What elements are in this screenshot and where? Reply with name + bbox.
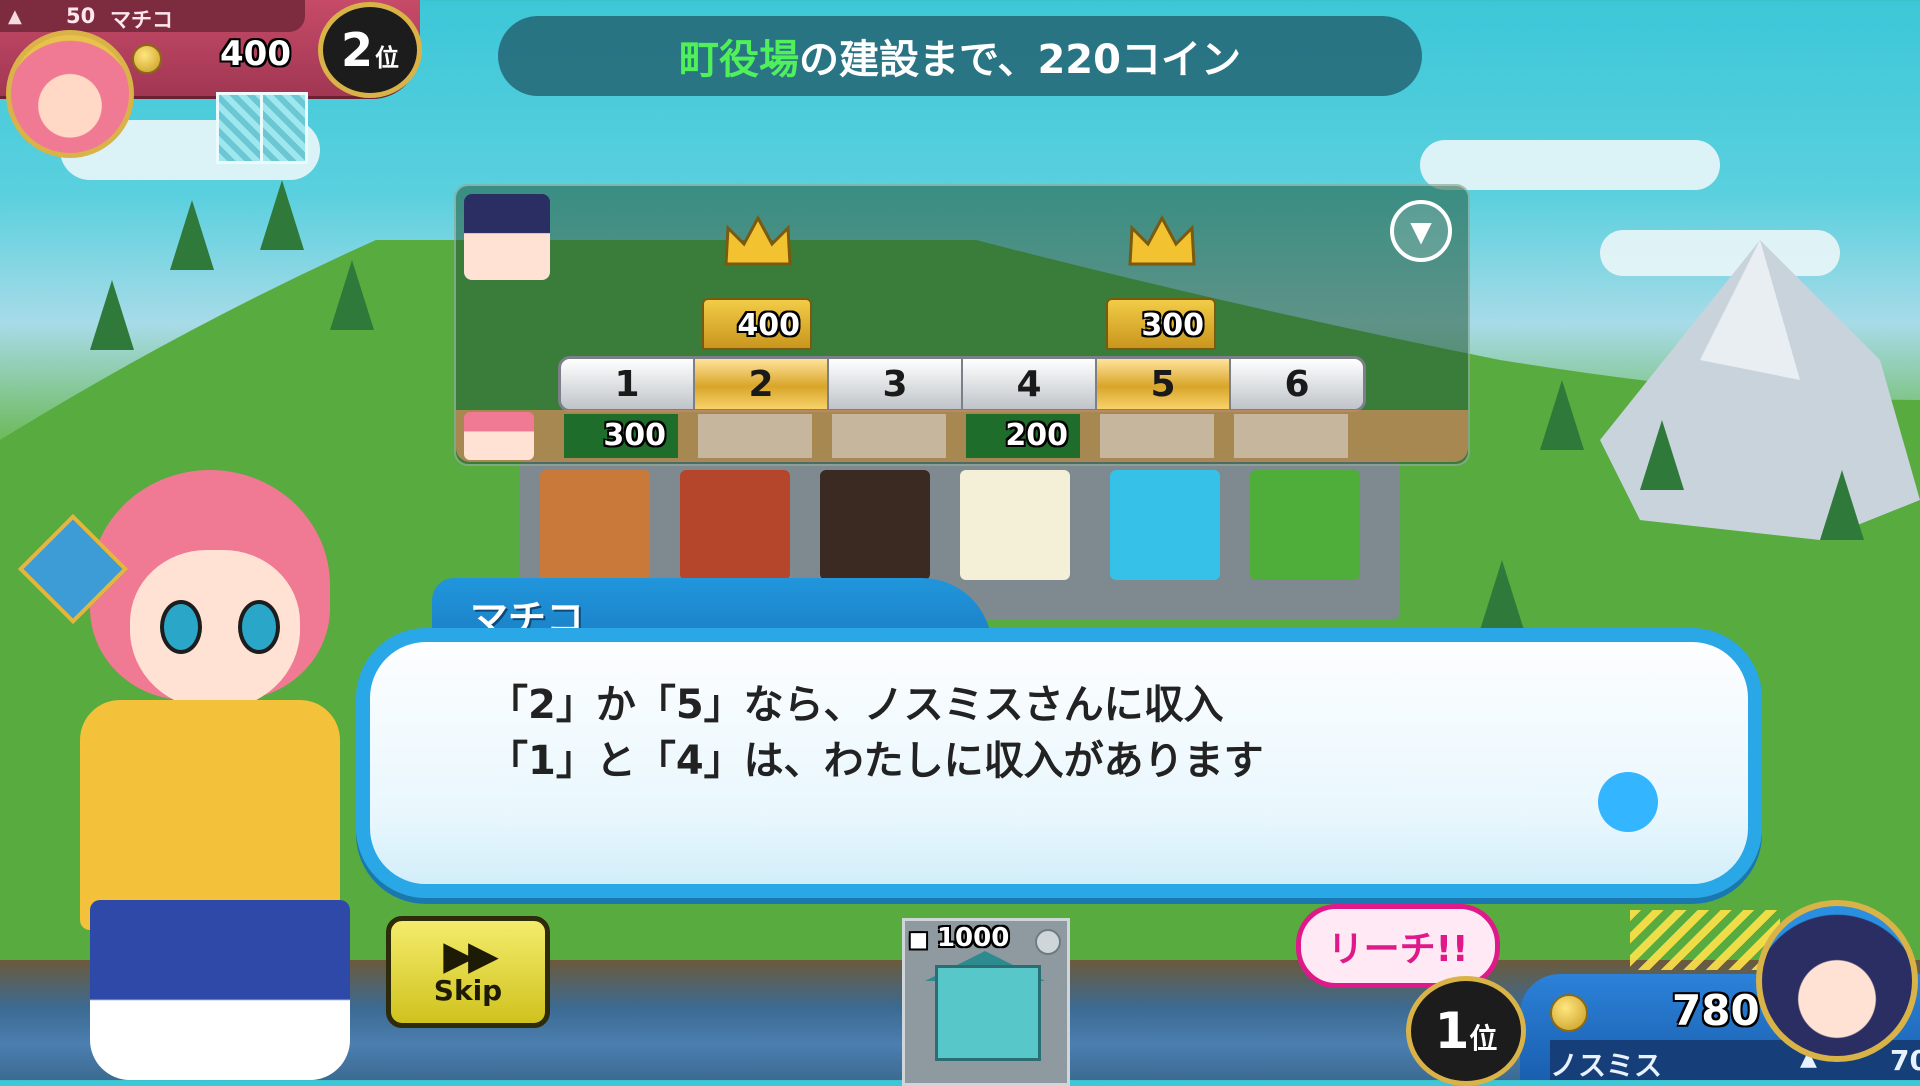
player1-rank-badge: 2 位: [318, 2, 422, 98]
player1-points: 50: [66, 4, 96, 28]
player2-avatar[interactable]: [1756, 900, 1918, 1062]
player1-price-1: 300: [564, 414, 678, 458]
board-tile[interactable]: [1110, 470, 1220, 580]
player1-empty-cell: [698, 414, 812, 458]
cloud: [1420, 140, 1720, 190]
dialog-line-2: 「1」と「4」は、わたしに収入があります: [488, 738, 1264, 784]
dice-number-6: 6: [1231, 359, 1363, 409]
machiko-character: [17, 460, 400, 1080]
tree: [260, 180, 304, 250]
dice-number-3: 3: [829, 359, 963, 409]
building-cost-value: 1000: [936, 923, 1010, 953]
player1-coins: 400: [220, 34, 291, 74]
poop-icon: ▲: [8, 6, 22, 27]
coin-icon: [1550, 994, 1588, 1032]
player2-name: ノスミス: [1550, 1049, 1663, 1082]
player1-empty-cell: [1100, 414, 1214, 458]
player2-rank-number: 1: [1434, 1002, 1470, 1060]
advance-indicator[interactable]: [1598, 772, 1658, 832]
tree: [1820, 470, 1864, 540]
dice-number-row: 1 2 3 4 5 6: [558, 356, 1366, 412]
player1-income-row: 300 200: [456, 410, 1468, 462]
tree: [1480, 560, 1524, 630]
skip-button[interactable]: ▶▶ Skip: [386, 916, 550, 1028]
dialog-line-1: 「2」か「5」なら、ノスミスさんに収入: [488, 682, 1224, 728]
board-tile[interactable]: [820, 470, 930, 580]
crown-icon: [1128, 214, 1196, 266]
player2-points: 70: [1890, 1044, 1920, 1077]
dice-number-2: 2: [695, 359, 829, 409]
player1-cards[interactable]: [216, 92, 312, 164]
player2-rank-suffix: 位: [1469, 1022, 1498, 1055]
banner-highlight: 町役場: [679, 37, 800, 83]
player2-rank-badge: 1 位: [1406, 976, 1526, 1086]
dice-number-5: 5: [1097, 359, 1231, 409]
opponent-avatar: [464, 194, 550, 280]
character-jacket: [80, 700, 340, 930]
board-tile[interactable]: [680, 470, 790, 580]
card[interactable]: [216, 92, 264, 164]
card[interactable]: [260, 92, 308, 164]
board-tile[interactable]: [1250, 470, 1360, 580]
player1-mini-avatar: [464, 412, 534, 460]
tree: [170, 200, 214, 270]
player2-coins: 780: [1672, 986, 1760, 1035]
building-cost: ■ 1000: [909, 923, 1009, 953]
opponent-price-5: 300: [1106, 298, 1216, 350]
opponent-price-2: 400: [702, 298, 812, 350]
crown-icon: [724, 214, 792, 266]
dice-number-4: 4: [963, 359, 1097, 409]
player1-name: マチコ: [110, 8, 173, 32]
close-icon: ▼: [1410, 214, 1432, 248]
tree: [1640, 420, 1684, 490]
collapse-button[interactable]: ▼: [1390, 200, 1452, 262]
character-eye: [160, 600, 202, 654]
player1-empty-cell: [1234, 414, 1348, 458]
tree: [330, 260, 374, 330]
fast-forward-icon: ▶▶: [443, 932, 498, 979]
building-image: [935, 965, 1041, 1061]
hint-banner: 町役場 の建設まで、220コイン: [498, 16, 1422, 96]
building-card[interactable]: ■ 1000: [902, 918, 1070, 1086]
banner-text: の建設まで、220コイン: [799, 37, 1241, 83]
player1-hud: ▲ 50 マチコ 400 2 位: [0, 0, 422, 164]
character-eye: [238, 600, 280, 654]
board-tile[interactable]: [960, 470, 1070, 580]
player1-avatar[interactable]: [6, 30, 134, 158]
building-icon: ■: [909, 927, 928, 951]
dialog-box[interactable]: 「2」か「5」なら、ノスミスさんに収入 「1」と「4」は、わたしに収入があります: [356, 628, 1762, 898]
player2-hud: 1 位 780 ノスミス ▲ 70: [1400, 900, 1920, 1086]
player1-empty-cell: [832, 414, 946, 458]
skip-label: Skip: [433, 973, 503, 1007]
dice-income-panel: ▼ 400 300 1 2 3 4 5 6 300 200: [454, 184, 1470, 466]
tree: [90, 280, 134, 350]
player1-rank-suffix: 位: [375, 43, 399, 72]
player1-rank-number: 2: [340, 23, 373, 77]
player1-price-4: 200: [966, 414, 1080, 458]
tree: [1540, 380, 1584, 450]
board-tile[interactable]: [540, 470, 650, 580]
coin-icon: [132, 44, 162, 74]
character-skirt: [90, 900, 350, 1080]
dice-number-1: 1: [561, 359, 695, 409]
